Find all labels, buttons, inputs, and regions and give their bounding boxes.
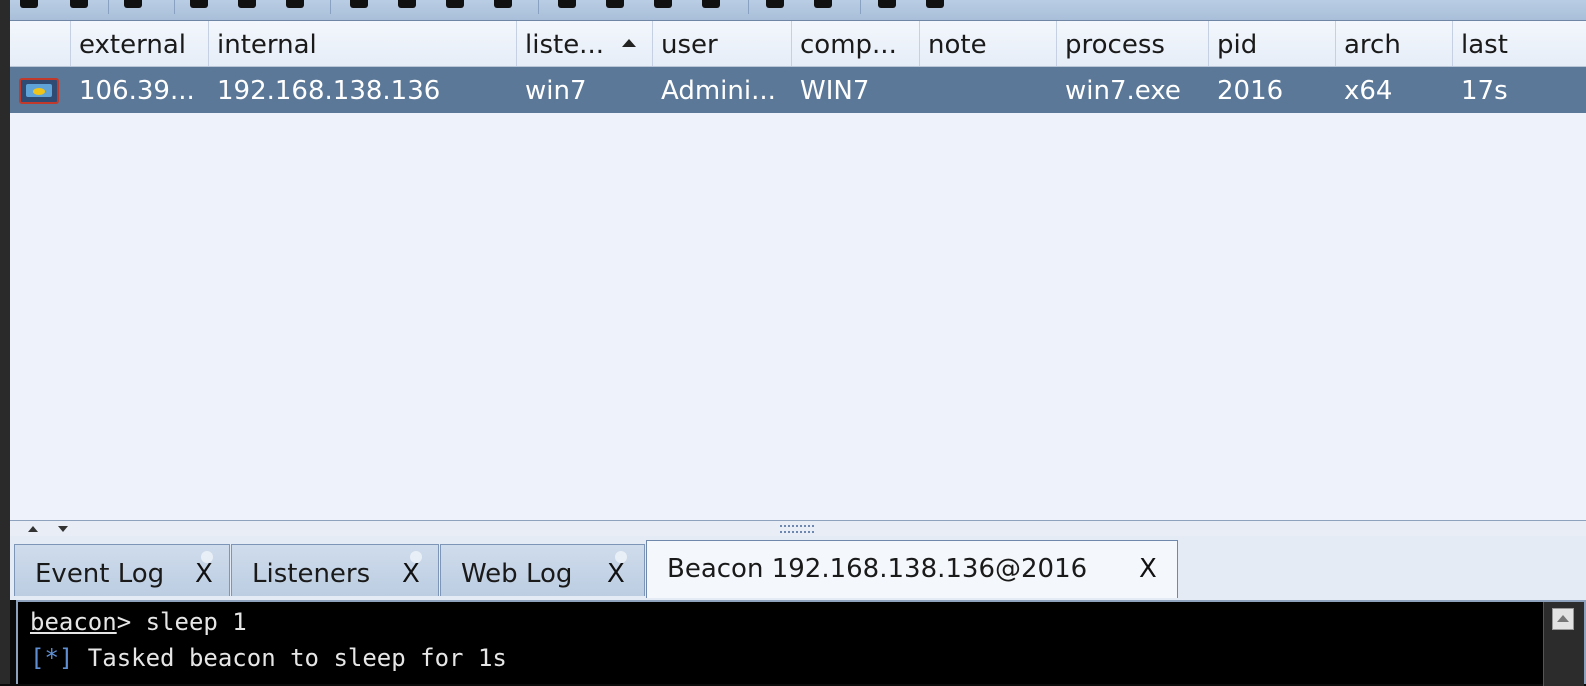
column-header-arch[interactable]: arch xyxy=(1336,21,1453,66)
cell-internal: 192.168.138.136 xyxy=(217,76,441,106)
tab-label: Beacon 192.168.138.136@2016 xyxy=(667,554,1088,584)
tab-event-log[interactable]: Event Log X xyxy=(14,544,230,596)
tab-bar: Event Log X Listeners X Web Log X Beacon… xyxy=(10,536,1586,600)
tab-beacon[interactable]: Beacon 192.168.138.136@2016 X xyxy=(646,540,1178,598)
toolbar-separator xyxy=(748,0,749,14)
toolbar-separator xyxy=(538,0,539,14)
column-header-external[interactable]: external xyxy=(71,21,209,66)
computer-beacon-icon xyxy=(19,78,59,104)
manage-sites-icon[interactable] xyxy=(878,0,896,8)
office-macro-icon[interactable] xyxy=(654,0,672,8)
column-header-computer[interactable]: comp... xyxy=(792,21,920,66)
pane-splitter[interactable] xyxy=(10,520,1586,537)
console-output-text: Tasked beacon to sleep for 1s xyxy=(73,644,507,672)
pivot-graph-icon[interactable] xyxy=(190,0,208,8)
column-header-pid[interactable]: pid xyxy=(1209,21,1336,66)
host-file-icon[interactable] xyxy=(814,0,832,8)
sort-ascending-icon xyxy=(622,39,636,47)
cell-listener: win7 xyxy=(525,76,587,106)
column-header-icon[interactable] xyxy=(10,21,71,66)
cell-pid: 2016 xyxy=(1217,76,1284,106)
beacon-console[interactable]: beacon> sleep 1 [*] Tasked beacon to sle… xyxy=(16,600,1586,686)
downloads-icon[interactable] xyxy=(398,0,416,8)
cell-arch: x64 xyxy=(1344,76,1393,106)
console-scrollbar[interactable] xyxy=(1543,602,1584,686)
cell-external: 106.39... xyxy=(79,76,195,106)
scroll-up-icon[interactable] xyxy=(1552,608,1574,630)
tab-label: Listeners xyxy=(252,559,371,589)
toolbar-separator xyxy=(174,0,175,14)
console-command: sleep 1 xyxy=(145,608,247,636)
close-tab-button[interactable]: X xyxy=(402,545,420,603)
listeners-icon[interactable] xyxy=(124,0,142,8)
targets-icon[interactable] xyxy=(286,0,304,8)
column-header-process[interactable]: process xyxy=(1057,21,1209,66)
keystrokes-icon[interactable] xyxy=(446,0,464,8)
splitter-collapse-up-icon[interactable] xyxy=(28,526,38,532)
console-output-line: [*] Tasked beacon to sleep for 1s xyxy=(30,644,507,672)
tab-web-log[interactable]: Web Log X xyxy=(440,544,645,596)
credentials-icon[interactable] xyxy=(350,0,368,8)
column-header-user[interactable]: user xyxy=(653,21,792,66)
session-table: external internal liste... user comp... … xyxy=(10,21,1586,520)
toolbar-separator xyxy=(330,0,331,14)
tab-listeners[interactable]: Listeners X xyxy=(231,544,439,596)
window-left-border xyxy=(0,0,10,684)
cell-last: 17s xyxy=(1461,76,1508,106)
column-header-note[interactable]: note xyxy=(920,21,1057,66)
screenshots-icon[interactable] xyxy=(494,0,512,8)
console-command-line: beacon> sleep 1 xyxy=(30,608,247,636)
session-table-icon[interactable] xyxy=(238,0,256,8)
column-header-listener-label: liste... xyxy=(525,30,604,60)
cell-note xyxy=(920,67,1057,113)
disconnect-icon[interactable] xyxy=(70,0,88,8)
toolbar xyxy=(10,0,1586,21)
web-drive-by-icon[interactable] xyxy=(702,0,720,8)
column-header-last[interactable]: last xyxy=(1453,21,1586,66)
close-tab-button[interactable]: X xyxy=(195,545,213,603)
close-tab-button[interactable]: X xyxy=(1139,541,1157,597)
console-prompt: beacon xyxy=(30,608,117,636)
tab-label: Event Log xyxy=(35,559,165,589)
splitter-grip-icon[interactable] xyxy=(780,525,814,533)
java-attack-icon[interactable] xyxy=(606,0,624,8)
table-row[interactable]: 106.39... 192.168.138.136 win7 Admini...… xyxy=(10,67,1586,113)
column-header-listener[interactable]: liste... xyxy=(517,21,653,66)
payload-generator-icon[interactable] xyxy=(558,0,576,8)
console-output-marker: [*] xyxy=(30,644,74,672)
toolbar-separator xyxy=(860,0,861,14)
toolbar-separator xyxy=(108,0,109,14)
help-manual-icon[interactable] xyxy=(926,0,944,8)
table-header: external internal liste... user comp... … xyxy=(10,21,1586,67)
close-tab-button[interactable]: X xyxy=(607,545,625,603)
cell-user: Admini... xyxy=(661,76,776,106)
clone-site-icon[interactable] xyxy=(766,0,784,8)
connect-icon[interactable] xyxy=(20,0,38,8)
cell-computer: WIN7 xyxy=(800,76,870,106)
cell-process: win7.exe xyxy=(1065,76,1181,106)
column-header-internal[interactable]: internal xyxy=(209,21,517,66)
console-prompt-separator: > xyxy=(116,608,146,636)
tab-label: Web Log xyxy=(461,559,573,589)
splitter-collapse-down-icon[interactable] xyxy=(58,526,68,532)
